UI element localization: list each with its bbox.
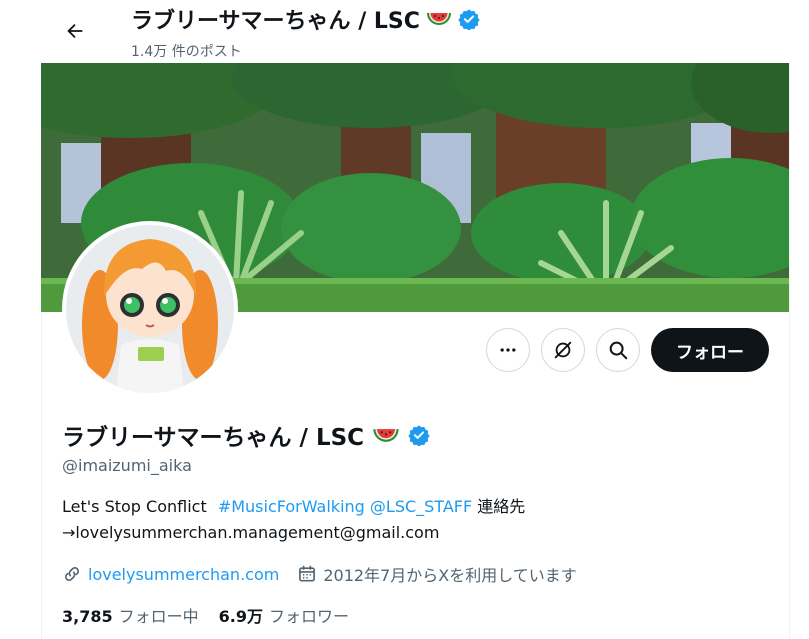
verified-badge-icon[interactable] — [408, 424, 430, 446]
profile-bio: Let's Stop Conflict #MusicForWalking @LS… — [62, 494, 762, 546]
header-title-row: ラブリーサマーちゃん / LSC — [131, 3, 480, 35]
more-button[interactable] — [486, 328, 530, 372]
back-button[interactable] — [58, 14, 92, 48]
calendar-icon — [299, 565, 316, 582]
joined-date: 2012年7月からXを利用しています — [323, 566, 577, 585]
joined-item: 2012年7月からXを利用しています — [297, 562, 577, 586]
bio-hashtag-link[interactable]: #MusicForWalking — [218, 497, 365, 516]
followers-count: 6.9万 — [218, 607, 263, 626]
search-profile-button[interactable] — [596, 328, 640, 372]
header-title: ラブリーサマーちゃん / LSC — [131, 9, 420, 34]
profile-stats: 3,785 フォロー中 6.9万 フォロワー — [62, 603, 349, 627]
profile-avatar[interactable] — [62, 221, 238, 397]
arrow-left-icon — [67, 23, 83, 39]
display-name: ラブリーサマーちゃん / LSC — [62, 425, 365, 451]
post-count: 1.4万 件のポスト — [131, 44, 242, 60]
followers-link[interactable]: 6.9万 フォロワー — [219, 603, 349, 627]
profile-handle: @imaizumi_aika — [62, 456, 192, 475]
bio-mention-link[interactable]: @LSC_STAFF — [370, 497, 472, 516]
verified-badge-icon — [458, 9, 480, 30]
profile-meta: lovelysummerchan.com 2012年7月からXを利用しています — [62, 562, 595, 586]
more-horizontal-icon — [500, 348, 516, 352]
bio-email: →lovelysummerchan.management@gmail.com — [62, 523, 440, 542]
bio-contact-label: 連絡先 — [477, 497, 526, 516]
no-signal-icon — [554, 341, 572, 359]
link-icon — [65, 567, 79, 581]
search-icon — [609, 341, 628, 360]
following-count: 3,785 — [62, 607, 113, 626]
profile-header: ラブリーサマーちゃん / LSC 1.4万 件のポスト — [0, 0, 809, 63]
watermelon-emoji-icon — [426, 13, 451, 25]
following-label: フォロー中 — [118, 607, 199, 626]
watermelon-emoji-icon — [373, 428, 399, 442]
grok-button[interactable] — [541, 328, 585, 372]
website-item: lovelysummerchan.com — [62, 564, 279, 584]
bio-text: Let's Stop Conflict — [62, 497, 207, 516]
following-link[interactable]: 3,785 フォロー中 — [62, 603, 199, 627]
profile-name-row: ラブリーサマーちゃん / LSC — [62, 418, 430, 452]
website-link[interactable]: lovelysummerchan.com — [88, 565, 279, 584]
avatar-image — [66, 225, 234, 393]
followers-label: フォロワー — [268, 607, 349, 626]
follow-button[interactable]: フォロー — [651, 328, 769, 372]
